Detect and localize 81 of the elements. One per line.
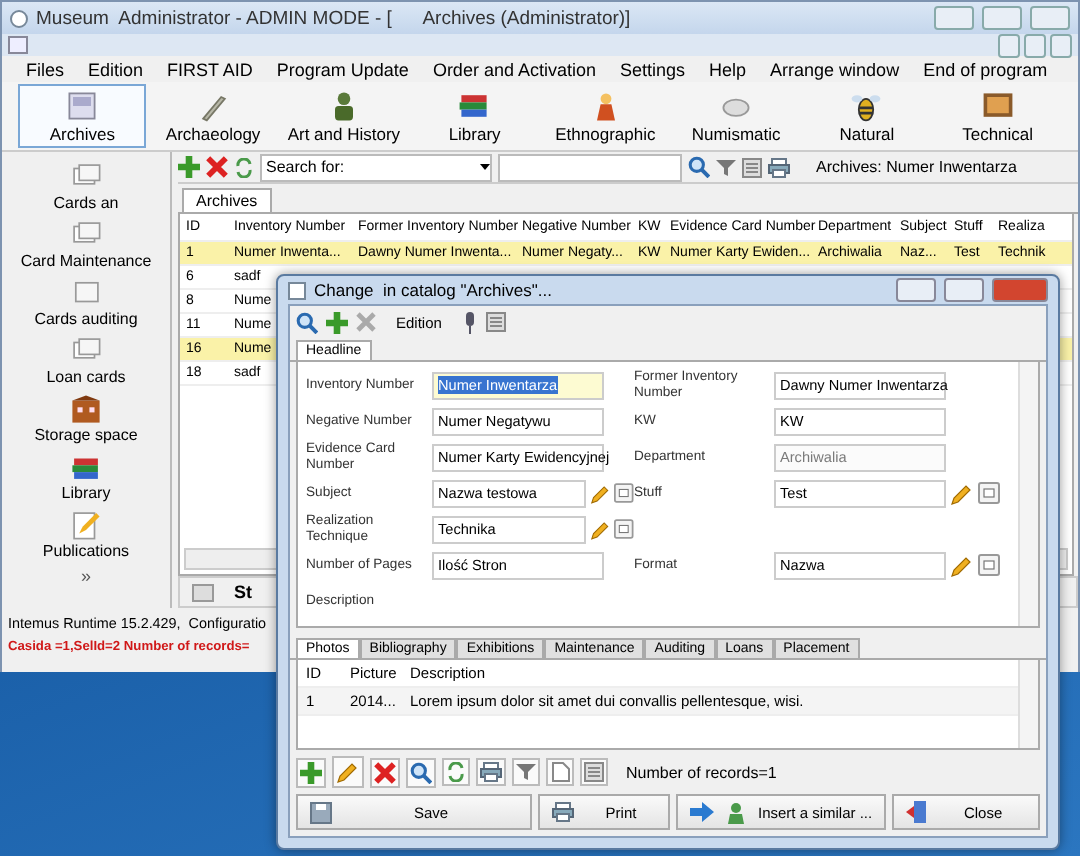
module-tab[interactable]: Art and History: [279, 84, 409, 148]
clear-button[interactable]: [978, 554, 1000, 576]
menu-item[interactable]: Settings: [607, 59, 698, 79]
window-title: Museum Administrator - ADMIN MODE - [ Archives (Administrator)]: [36, 7, 633, 29]
restore-button[interactable]: [1024, 33, 1046, 57]
minimize-button[interactable]: [998, 33, 1020, 57]
sidebar-item[interactable]: Card Maintenance: [20, 218, 152, 270]
building-icon: [68, 392, 104, 426]
tab[interactable]: Archives: [182, 188, 272, 212]
refresh-icon[interactable]: [442, 758, 470, 786]
sidebar-item[interactable]: Publications: [42, 508, 130, 560]
grid-icon[interactable]: [742, 157, 762, 177]
sidebar-item[interactable]: Library: [61, 450, 111, 502]
search-icon[interactable]: [406, 757, 436, 787]
folder-icon: [192, 582, 214, 602]
menu-item[interactable]: Help: [697, 59, 759, 79]
add-icon[interactable]: [178, 156, 200, 178]
module-tab[interactable]: Library: [410, 84, 539, 148]
refresh-icon[interactable]: [234, 157, 254, 177]
vertical-scrollbar[interactable]: [1018, 660, 1038, 748]
close-button[interactable]: [1050, 33, 1072, 57]
module-tab[interactable]: Technical: [933, 84, 1062, 148]
archive-card-icon: [64, 88, 101, 124]
search-field[interactable]: [498, 153, 682, 181]
record-count: Number of records=1: [626, 763, 777, 781]
search-dropdown[interactable]: Search for:: [260, 153, 492, 181]
printer-icon[interactable]: [552, 802, 574, 822]
add-icon[interactable]: [296, 757, 326, 787]
module-tab[interactable]: Natural: [802, 84, 932, 148]
sidebar-item[interactable]: Loan cards: [46, 334, 126, 386]
sidebar-item[interactable]: Cards auditing: [34, 276, 138, 328]
vertical-scrollbar[interactable]: [1018, 362, 1038, 626]
maximize-button[interactable]: [944, 278, 984, 302]
pencil-icon[interactable]: [950, 481, 974, 505]
menu-item[interactable]: Arrange window: [758, 59, 912, 79]
menu-item[interactable]: Edition: [76, 59, 156, 79]
menu-item[interactable]: FIRST AID: [155, 59, 265, 79]
app-icon: [288, 281, 306, 299]
printer-icon[interactable]: [768, 157, 790, 177]
clear-button[interactable]: [614, 518, 634, 540]
pencil-icon[interactable]: [950, 553, 974, 577]
context-label: Archives: Numer Inwentarza: [816, 158, 1017, 176]
clear-button[interactable]: [978, 482, 1000, 504]
add-icon[interactable]: [326, 311, 348, 333]
printer-icon[interactable]: [476, 758, 506, 786]
module-tab[interactable]: Archives: [18, 84, 147, 148]
document-icon: [8, 36, 28, 54]
microphone-icon[interactable]: [461, 311, 478, 333]
minimize-button[interactable]: [896, 278, 936, 302]
clear-button[interactable]: [614, 482, 634, 504]
module-tab[interactable]: Ethnographic: [541, 84, 670, 148]
cross-icon[interactable]: [356, 312, 376, 332]
close-button[interactable]: [1030, 6, 1070, 30]
module-tab[interactable]: Numismatic: [671, 84, 801, 148]
filter-icon[interactable]: [512, 758, 540, 786]
page-icon[interactable]: [546, 758, 574, 786]
filter-icon[interactable]: [716, 157, 736, 177]
panel-icon[interactable]: [580, 758, 608, 786]
search-icon[interactable]: [688, 156, 710, 178]
delete-icon[interactable]: [206, 156, 228, 178]
dialog-title: Change in catalog "Archives"...: [314, 280, 554, 300]
sidebar-item[interactable]: Storage space: [34, 392, 138, 444]
module-tab[interactable]: Archaeology: [148, 84, 278, 148]
menu-item[interactable]: End of program: [911, 59, 1060, 79]
search-icon[interactable]: [296, 311, 318, 333]
caret-icon: [480, 164, 490, 170]
sidebar-item[interactable]: Cards an: [53, 160, 119, 212]
menu-item[interactable]: Program Update: [264, 59, 421, 79]
maximize-button[interactable]: [982, 6, 1022, 30]
notepad-pencil-icon: [67, 508, 104, 542]
minimize-button[interactable]: [934, 6, 974, 30]
menu-item[interactable]: Files: [14, 59, 77, 79]
panel-label: St: [234, 582, 252, 602]
arrow-icon: [690, 802, 714, 822]
exit-door-icon: [906, 800, 929, 824]
app-icon: [10, 9, 28, 27]
delete-icon[interactable]: [370, 757, 400, 787]
more-button[interactable]: »: [80, 566, 91, 586]
menu-item[interactable]: Order and Activation: [420, 59, 608, 79]
panel-icon[interactable]: [485, 312, 506, 332]
pencil-icon[interactable]: [332, 756, 364, 788]
